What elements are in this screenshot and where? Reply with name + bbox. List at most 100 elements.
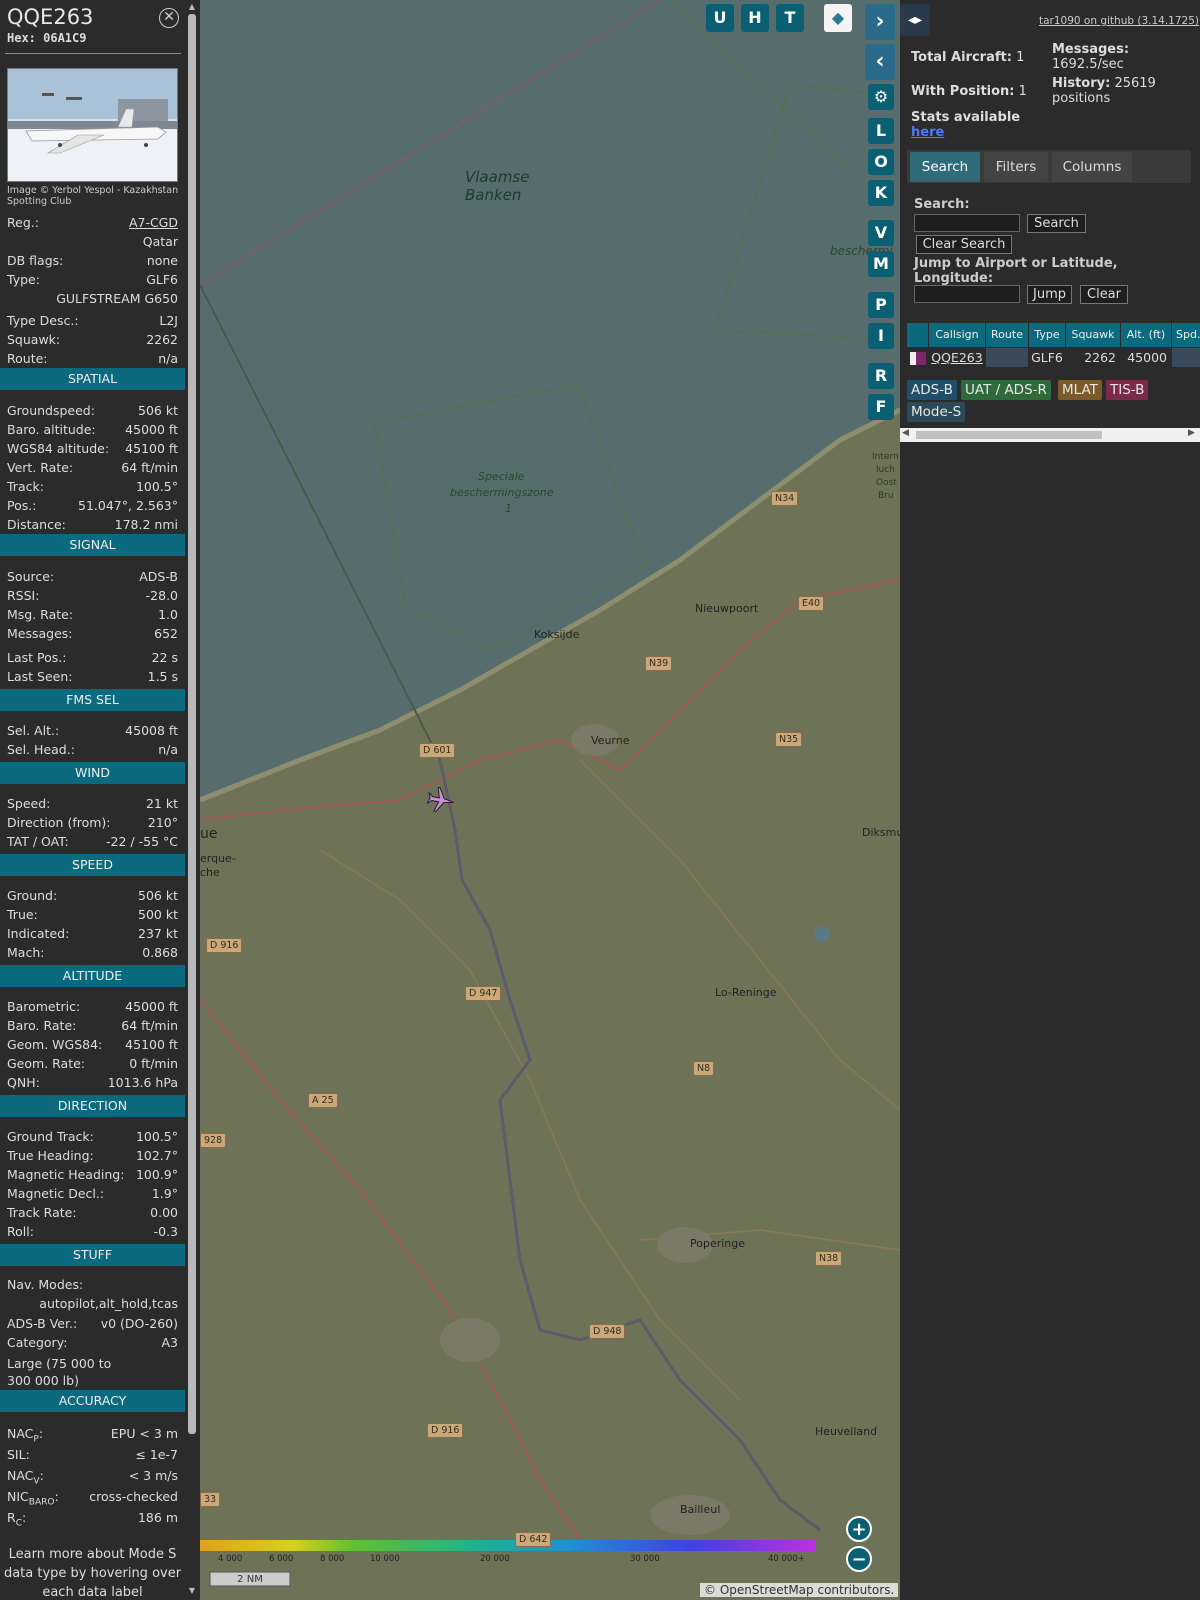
row-speed xyxy=(1172,348,1200,367)
jump-input[interactable] xyxy=(914,285,1020,303)
map-button-u[interactable]: U xyxy=(706,4,734,32)
map-view[interactable]: Vlaamse Banken Speciale beschermingszone 1 Ni… xyxy=(200,0,900,1600)
detail-value: 45008 ft xyxy=(125,723,178,738)
search-button[interactable]: Search xyxy=(1027,214,1086,233)
table-header-select[interactable] xyxy=(907,323,928,347)
map-button-t[interactable]: T xyxy=(776,4,804,32)
detail-label: Speed: xyxy=(7,796,51,811)
settings-gear-icon[interactable]: ⚙ xyxy=(868,84,894,110)
detail-value: 210° xyxy=(147,815,178,830)
road-label: A 25 xyxy=(308,1093,338,1108)
scrollbar-thumb[interactable] xyxy=(916,431,1102,439)
history-unit: positions xyxy=(1052,91,1111,106)
sidebar-scrollbar[interactable]: ▲ ▼ xyxy=(185,0,200,1600)
map-button-k[interactable]: K xyxy=(868,180,894,206)
tab-filters[interactable]: Filters xyxy=(984,152,1048,182)
detail-label: Baro. Rate: xyxy=(7,1018,77,1033)
table-header-squawk[interactable]: Squawk xyxy=(1066,323,1120,347)
road-label: D 601 xyxy=(419,743,456,758)
detail-row: Track Rate: 0.00 xyxy=(7,1203,178,1222)
label-subscript: BARO xyxy=(28,1497,55,1508)
map-button-m[interactable]: M xyxy=(868,251,894,277)
expand-arrows-icon[interactable]: ◂▸ xyxy=(900,4,930,36)
detail-row: Reg.: A7-CGD xyxy=(7,213,178,232)
registration-link[interactable]: A7-CGD xyxy=(129,213,178,232)
altitude-tick-label: 10 000 xyxy=(370,1554,400,1564)
row-callsign-link[interactable]: QQE263 xyxy=(929,348,985,367)
altitude-tick-label: 40 000+ xyxy=(768,1554,805,1564)
map-button-r[interactable]: R xyxy=(868,363,894,389)
map-button-i[interactable]: I xyxy=(868,323,894,349)
map-button-v[interactable]: V xyxy=(868,220,894,246)
altitude-tick-label: 6 000 xyxy=(269,1554,294,1564)
chevron-right-icon[interactable]: › xyxy=(865,4,895,40)
map-canvas[interactable] xyxy=(200,0,900,1600)
altitude-color-bar xyxy=(200,1540,816,1551)
detail-value: 0.00 xyxy=(150,1205,178,1220)
aircraft-photo[interactable] xyxy=(7,68,178,182)
stats-link[interactable]: here xyxy=(911,125,944,140)
table-header-type[interactable]: Type xyxy=(1029,323,1065,347)
detail-value: 45100 ft xyxy=(125,1037,178,1052)
detail-row: Groundspeed: 506 kt xyxy=(7,401,178,420)
legend-mlat: MLAT xyxy=(1058,380,1102,400)
messages-value: 1692.5/sec xyxy=(1052,57,1124,72)
scroll-up-icon[interactable]: ▲ xyxy=(187,2,197,12)
zoom-out-icon[interactable]: − xyxy=(846,1546,872,1572)
map-button-o[interactable]: O xyxy=(868,149,894,175)
detail-label: Squawk: xyxy=(7,332,61,347)
map-label-banken: Banken xyxy=(465,186,522,204)
map-button-p[interactable]: P xyxy=(868,292,894,318)
tab-columns[interactable]: Columns xyxy=(1052,152,1132,182)
map-button-h[interactable]: H xyxy=(741,4,769,32)
jump-button[interactable]: Jump xyxy=(1027,285,1072,304)
table-header-route[interactable]: Route xyxy=(986,323,1028,347)
detail-value: ADS-B xyxy=(139,569,178,584)
detail-row: Route: n/a xyxy=(7,349,178,368)
detail-row: Direction (from): 210° xyxy=(7,813,178,832)
table-header-alt[interactable]: Alt. (ft) xyxy=(1121,323,1171,347)
accuracy-row: NICBARO: cross-checked xyxy=(7,1487,178,1508)
row-checkbox[interactable] xyxy=(907,348,928,367)
detail-row: Type: GLF6 xyxy=(7,270,178,289)
table-header-callsign[interactable]: Callsign xyxy=(929,323,985,347)
section-header-altitude: ALTITUDE xyxy=(0,965,185,987)
map-label-lo-reninge: Lo-Reninge xyxy=(715,986,777,999)
detail-label: QNH: xyxy=(7,1075,40,1090)
scrollbar-thumb[interactable] xyxy=(188,14,196,1434)
detail-row: DB flags: none xyxy=(7,251,178,270)
tab-search[interactable]: Search xyxy=(910,152,980,182)
map-button-f[interactable]: F xyxy=(868,394,894,420)
road-label: D 947 xyxy=(465,986,502,1001)
detail-value: cross-checked xyxy=(89,1489,178,1504)
detail-label: ADS-B Ver.: xyxy=(7,1316,78,1331)
github-link[interactable]: tar1090 on github (3.14.1725) xyxy=(1039,14,1199,29)
chevron-left-icon[interactable]: ‹ xyxy=(865,44,895,80)
close-icon[interactable]: ✕ xyxy=(159,8,179,28)
clear-search-button[interactable]: Clear Search xyxy=(916,235,1012,254)
scroll-down-icon[interactable]: ▼ xyxy=(187,1586,197,1596)
search-input[interactable] xyxy=(914,214,1020,232)
scroll-left-icon[interactable]: ◀ xyxy=(902,428,909,438)
map-label-oost: Oost xyxy=(876,478,897,488)
row-altitude: 45000 xyxy=(1127,350,1167,365)
road-label: N38 xyxy=(815,1251,843,1266)
detail-value: 1.0 xyxy=(158,607,178,622)
zoom-in-icon[interactable]: + xyxy=(846,1516,872,1542)
table-horizontal-scrollbar[interactable]: ◀ ▶ xyxy=(900,428,1200,442)
map-label-1: 1 xyxy=(505,502,512,515)
road-label: D 642 xyxy=(515,1532,552,1547)
clear-button[interactable]: Clear xyxy=(1080,285,1128,304)
road-label: D 948 xyxy=(589,1324,626,1339)
map-attribution[interactable]: © OpenStreetMap contributors. xyxy=(700,1583,899,1597)
detail-label: Track Rate: xyxy=(7,1205,77,1220)
photo-credit: Image © Yerbol Yespol - Kazakhstan Spott… xyxy=(7,185,179,207)
map-button-l[interactable]: L xyxy=(868,118,894,144)
messages-label: Messages: xyxy=(1052,42,1130,57)
layers-icon[interactable]: ◆ xyxy=(824,4,852,32)
jump-label: Jump to Airport or Latitude, Longitude: xyxy=(914,256,1118,286)
scroll-right-icon[interactable]: ▶ xyxy=(1188,428,1195,438)
table-header-speed[interactable]: Spd. xyxy=(1172,323,1200,347)
section-header-direction: DIRECTION xyxy=(0,1095,185,1117)
detail-row: Sel. Alt.: 45008 ft xyxy=(7,721,178,740)
